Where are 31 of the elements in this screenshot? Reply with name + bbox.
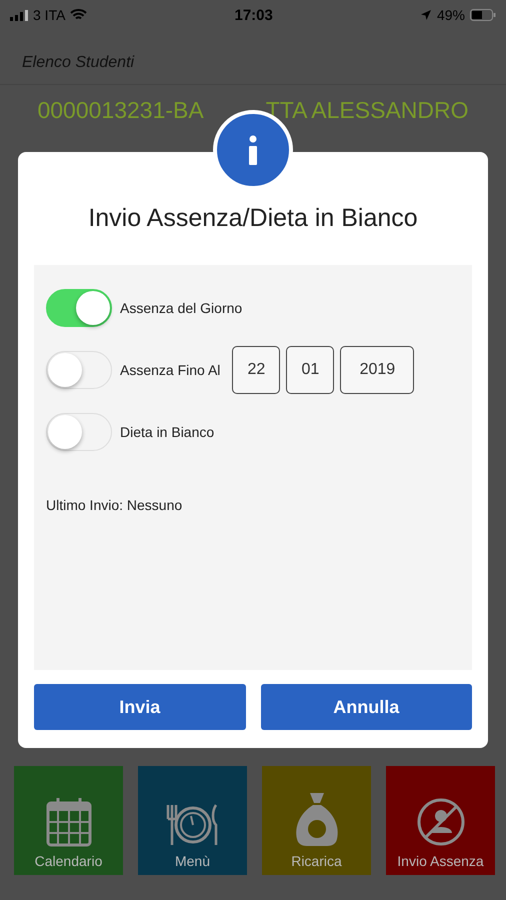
option-label: Assenza Fino Al [120, 362, 220, 378]
date-field[interactable]: 2019 [340, 346, 414, 394]
wifi-icon [70, 9, 88, 21]
carrier-name: 3 ITA [33, 7, 66, 23]
last-sent-text: Ultimo Invio: Nessuno [46, 497, 184, 513]
no-person-icon [416, 797, 466, 847]
send-button[interactable]: Invia [34, 684, 246, 730]
toggle-switch[interactable] [46, 351, 112, 389]
location-arrow-icon [420, 9, 432, 21]
toggle-switch[interactable] [46, 289, 112, 327]
battery-icon [470, 9, 496, 21]
toggle-switch[interactable] [46, 413, 112, 451]
menu-tile[interactable]: Invio Assenza [386, 766, 495, 875]
date-field[interactable]: 01 [286, 346, 334, 394]
calendar-icon [46, 797, 92, 847]
dialog-title: Invio Assenza/Dieta in Bianco [87, 204, 419, 233]
cancel-button[interactable]: Annulla [260, 684, 472, 730]
menu-tile[interactable]: Calendario [14, 766, 123, 875]
menu-tile[interactable]: Menù [138, 766, 247, 875]
money-bag-icon [294, 791, 340, 847]
battery-percent: 49% [436, 7, 465, 23]
signal-icon [10, 10, 28, 20]
clock-time: 17:03 [234, 6, 273, 24]
date-field[interactable]: 22 [232, 346, 280, 394]
option-label: Dieta in Bianco [120, 424, 214, 440]
student-name: TTA ALESSANDRO [266, 97, 469, 124]
student-name: 0000013231-BA [37, 97, 204, 124]
page-title: Elenco Studenti [0, 30, 506, 85]
option-label: Assenza del Giorno [120, 300, 242, 316]
info-icon [247, 135, 259, 165]
menu-tile[interactable]: Ricarica [262, 766, 371, 875]
